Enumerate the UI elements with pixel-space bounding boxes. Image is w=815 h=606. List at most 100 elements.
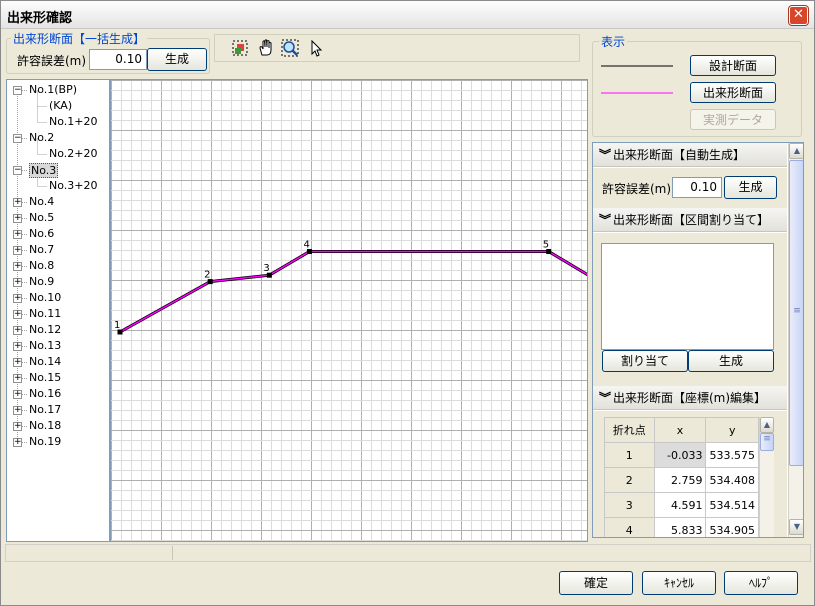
coord-section-body: 折れ点 x y 1 -0.033 533.575 2 2.759 534.408 3 4.591 53… (593, 411, 787, 537)
table-row[interactable]: 1 -0.033 533.575 (604, 442, 759, 468)
design-section-button[interactable]: 設計断面 (690, 55, 776, 76)
tree-node-label: No.16 (29, 387, 62, 400)
row-header: 2 (604, 467, 655, 493)
expand-icon[interactable]: + (13, 342, 22, 351)
auto-section-header[interactable]: ︾ 出来形断面【自動生成】 (593, 143, 787, 167)
assign-button[interactable]: 割り当て (602, 350, 688, 372)
asbuilt-line-sample (601, 92, 673, 94)
display-group-label: 表示 (599, 33, 628, 50)
view-toolbar (214, 34, 580, 62)
expand-icon[interactable]: + (13, 198, 22, 207)
range-generate-button[interactable]: 生成 (688, 350, 774, 372)
expand-icon[interactable]: + (13, 214, 22, 223)
collapse-chevron-icon: ︾ (599, 213, 612, 227)
tree-node-label: No.5 (29, 211, 55, 224)
tree-node-label: No.3 (29, 163, 59, 178)
range-section-title: 出来形断面【区間割り当て】 (613, 213, 770, 227)
tree-node-label: No.7 (29, 243, 55, 256)
expand-icon[interactable]: + (13, 230, 22, 239)
zoom-icon[interactable] (279, 38, 301, 60)
range-section-header[interactable]: ︾ 出来形断面【区間割り当て】 (593, 208, 787, 232)
scroll-thumb[interactable]: ≡ (789, 160, 803, 466)
panel-scrollbar[interactable]: ▲ ≡ ▼ (788, 143, 803, 537)
expand-icon[interactable]: + (13, 406, 22, 415)
expand-icon[interactable]: + (13, 262, 22, 271)
batch-tolerance-input[interactable]: 0.10 (89, 49, 147, 70)
row-header: 3 (604, 492, 655, 518)
auto-generate-button[interactable]: 生成 (724, 176, 777, 199)
table-cell[interactable]: 2.759 (653, 467, 707, 493)
tree-node-label: No.14 (29, 355, 62, 368)
auto-section-title: 出来形断面【自動生成】 (613, 148, 746, 162)
expand-icon[interactable]: + (13, 310, 22, 319)
auto-tolerance-label: 許容誤差(m) (602, 182, 672, 196)
dialog-window: 出来形確認 ✕ 出来形断面【一括生成】 許容誤差(m) 0.10 生成 表示 設… (0, 0, 815, 606)
coord-section-title: 出来形断面【座標(m)編集】 (613, 391, 767, 405)
expand-icon[interactable]: + (13, 294, 22, 303)
table-cell[interactable]: 4.591 (653, 492, 707, 518)
help-button[interactable]: ﾍﾙﾌﾟ (724, 571, 798, 595)
table-row[interactable]: 4 5.833 534.905 (604, 517, 759, 537)
expand-icon[interactable]: + (13, 326, 22, 335)
asbuilt-section-button[interactable]: 出来形断面 (690, 82, 776, 103)
table-cell[interactable]: 534.514 (705, 492, 759, 518)
table-cell[interactable]: 534.408 (705, 467, 759, 493)
section-editor-panel: ︾ 出来形断面【自動生成】 許容誤差(m) 0.10 生成 ︾ 出来形断面【区間割り… (592, 142, 804, 538)
auto-tolerance-input[interactable]: 0.10 (672, 177, 722, 198)
tree-node-label: No.2+20 (49, 147, 98, 160)
expand-icon[interactable]: + (13, 374, 22, 383)
row-header: 4 (604, 517, 655, 537)
section-point-label: 2 (204, 270, 210, 281)
column-header: x (653, 417, 707, 443)
section-point-label: 1 (114, 320, 120, 331)
cancel-button[interactable]: ｷｬﾝｾﾙ (642, 571, 716, 595)
table-cell[interactable]: 534.905 (705, 517, 759, 537)
coord-table-scrollbar[interactable]: ▲ ≡ (759, 417, 774, 537)
collapse-icon[interactable]: − (13, 166, 22, 175)
tree-node-label: No.1(BP) (29, 83, 78, 96)
expand-icon[interactable]: + (13, 422, 22, 431)
table-cell[interactable]: 533.575 (705, 442, 759, 468)
expand-icon[interactable]: + (13, 278, 22, 287)
scroll-up-icon[interactable]: ▲ (789, 143, 803, 159)
collapse-icon[interactable]: − (13, 86, 22, 95)
expand-icon[interactable]: + (13, 246, 22, 255)
column-header: y (705, 417, 759, 443)
table-cell[interactable]: 5.833 (653, 517, 707, 537)
status-bar (5, 544, 811, 562)
arrow-pointer-icon[interactable] (305, 38, 327, 60)
batch-generate-group-label: 出来形断面【一括生成】 (11, 30, 148, 47)
collapse-chevron-icon: ︾ (599, 148, 612, 162)
close-button[interactable]: ✕ (789, 6, 808, 25)
tree-node-label: No.4 (29, 195, 55, 208)
expand-icon[interactable]: + (13, 390, 22, 399)
batch-generate-button[interactable]: 生成 (147, 48, 207, 71)
tree-node-label: (KA) (49, 99, 73, 112)
scroll-up-icon[interactable]: ▲ (760, 417, 774, 433)
select-region-icon[interactable] (229, 38, 251, 60)
scroll-down-icon[interactable]: ▼ (789, 519, 803, 535)
title-bar: 出来形確認 ✕ (1, 1, 814, 29)
survey-data-button[interactable]: 実測データ (690, 109, 776, 130)
tree-node-label: No.11 (29, 307, 62, 320)
expand-icon[interactable]: + (13, 438, 22, 447)
tree-node-label: No.19 (29, 435, 62, 448)
tree-node-label: No.6 (29, 227, 55, 240)
coord-section-header[interactable]: ︾ 出来形断面【座標(m)編集】 (593, 386, 787, 410)
section-canvas[interactable]: 123456 (110, 79, 588, 542)
range-list-box[interactable] (601, 243, 774, 350)
tree-node-label: No.1+20 (49, 115, 98, 128)
tree-node-label: No.12 (29, 323, 62, 336)
collapse-icon[interactable]: − (13, 134, 22, 143)
table-row[interactable]: 2 2.759 534.408 (604, 467, 759, 493)
ok-button[interactable]: 確定 (559, 571, 633, 595)
hand-pan-icon[interactable] (255, 38, 277, 60)
tree-node-label: No.2 (29, 131, 55, 144)
scroll-thumb[interactable]: ≡ (760, 433, 774, 451)
tree-node-label: No.10 (29, 291, 62, 304)
section-point-label: 5 (543, 240, 549, 251)
table-row[interactable]: 3 4.591 534.514 (604, 492, 759, 518)
design-line-sample (601, 65, 673, 67)
expand-icon[interactable]: + (13, 358, 22, 367)
table-cell[interactable]: -0.033 (653, 442, 707, 468)
